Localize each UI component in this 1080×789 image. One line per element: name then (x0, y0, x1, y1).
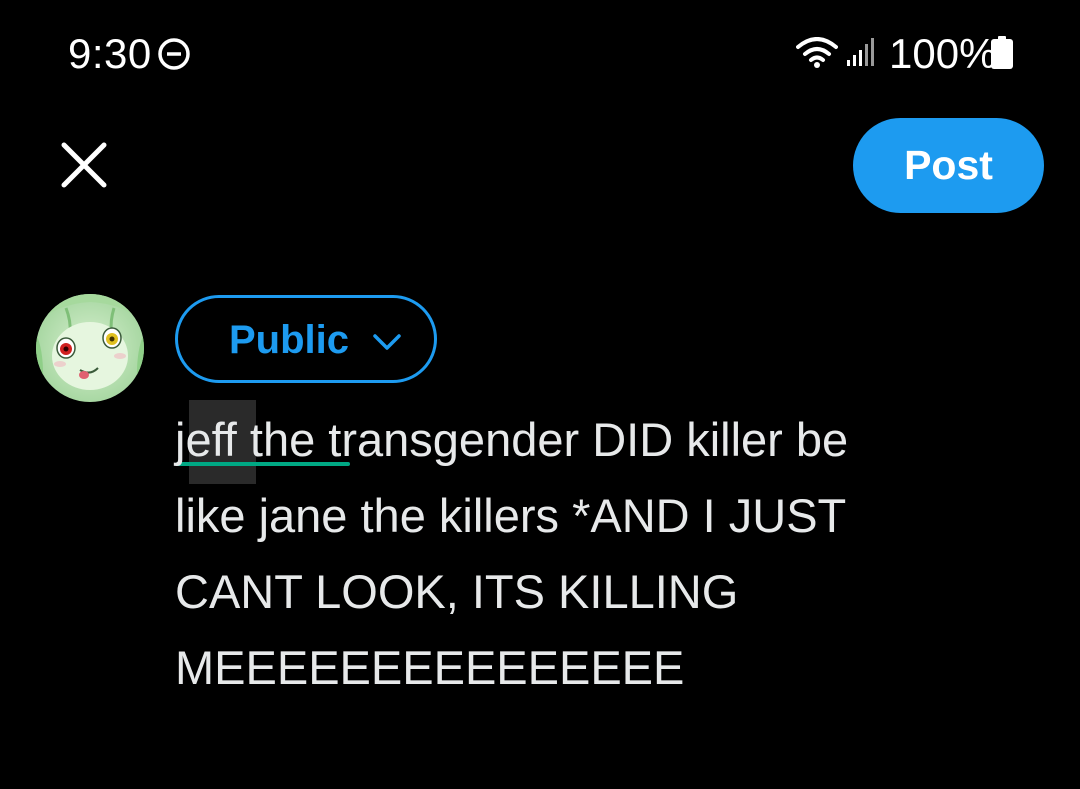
close-icon (61, 142, 107, 188)
close-button[interactable] (56, 137, 112, 193)
composer-text-line: CANT LOOK, ITS KILLING (175, 565, 739, 618)
battery-icon (991, 36, 1013, 69)
avatar-image (36, 294, 144, 402)
status-bar: 9:30 100% (0, 0, 1080, 110)
battery-percentage: 100% (889, 30, 997, 77)
wifi-icon (796, 37, 838, 68)
status-time: 9:30 (68, 30, 152, 77)
audience-selector-button[interactable]: Public (175, 295, 437, 383)
composer-text-line: MEEEEEEEEEEEEEEE (175, 641, 685, 694)
composer-text-line: like jane the killers *AND I JUST (175, 489, 847, 542)
avatar[interactable] (36, 294, 144, 402)
signal-icon (847, 38, 874, 66)
post-button[interactable]: Post (853, 118, 1044, 213)
composer-text-line: jeff the transgender DID killer be (175, 413, 849, 466)
audience-label: Public (229, 318, 350, 362)
do-not-disturb-icon (158, 38, 190, 70)
chevron-down-icon (373, 334, 401, 350)
